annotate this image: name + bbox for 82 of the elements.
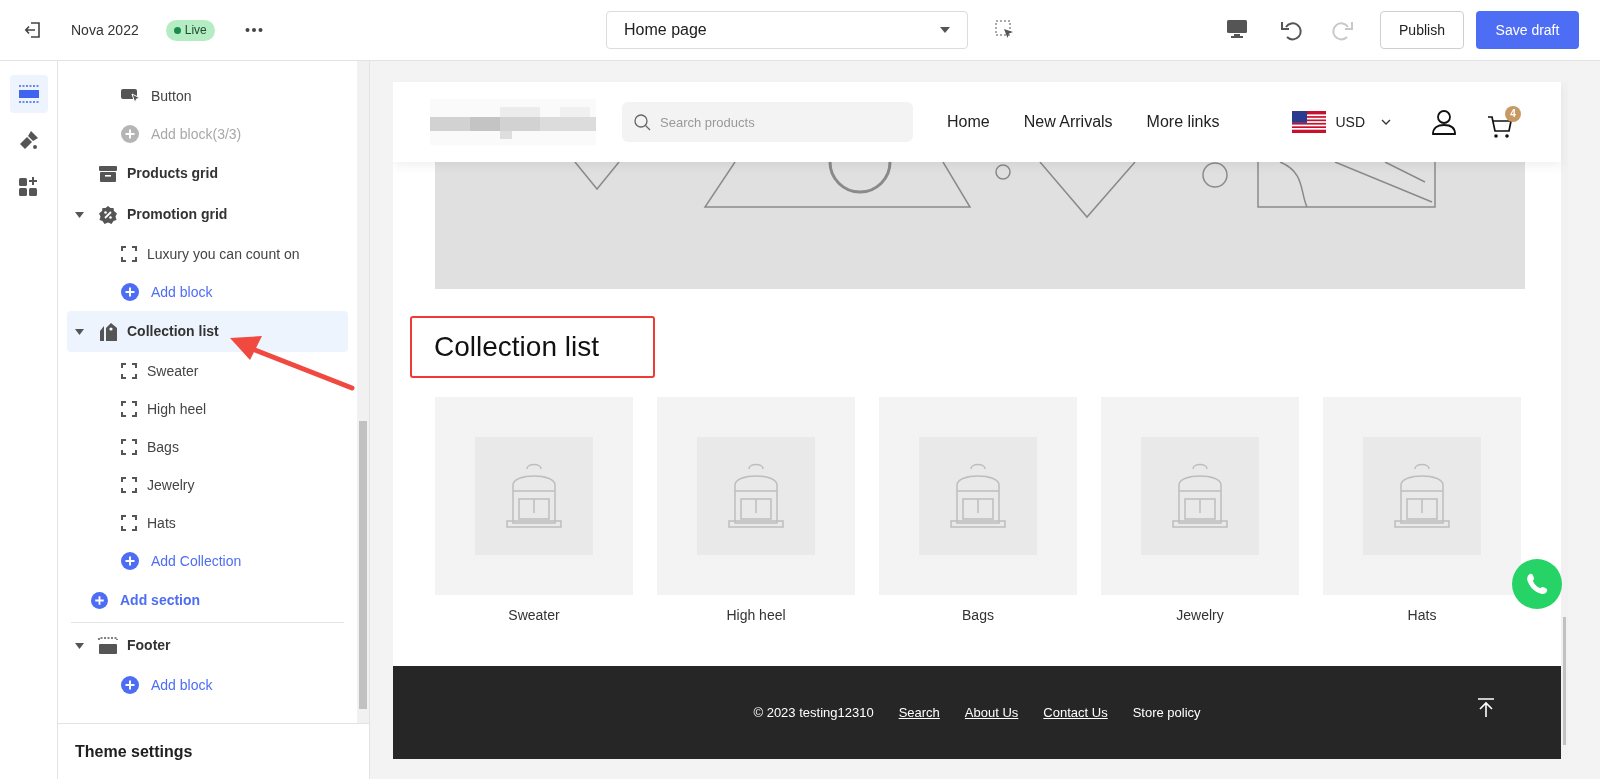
section-heading: Collection list — [434, 330, 599, 364]
add-icon — [121, 552, 139, 570]
apps-icon — [17, 175, 40, 197]
publish-button[interactable]: Publish — [1380, 11, 1464, 49]
nav-link[interactable]: Home — [947, 110, 990, 134]
collection-title[interactable]: Sweater — [508, 605, 560, 626]
back-to-top-button[interactable] — [1477, 698, 1496, 718]
section-row[interactable]: Promotion grid — [67, 194, 348, 235]
selection-cursor-icon — [995, 20, 1015, 40]
backpack-icon — [947, 461, 1009, 531]
theme-settings-link[interactable]: Theme settings — [75, 739, 193, 764]
block-icon — [121, 477, 137, 493]
save-draft-button[interactable]: Save draft — [1476, 11, 1579, 49]
add-block-link[interactable]: Add Collection — [151, 550, 242, 572]
account-button[interactable] — [1431, 109, 1458, 135]
block-item[interactable]: Bags — [147, 436, 179, 458]
search-field[interactable]: Search products — [622, 102, 913, 142]
user-icon — [1431, 109, 1458, 135]
status-badge: Live — [165, 19, 215, 41]
add-icon — [121, 283, 139, 301]
archive-icon — [98, 163, 118, 184]
currency-select[interactable]: USD — [1291, 111, 1392, 133]
sidebar-tab[interactable] — [9, 75, 48, 113]
caret-icon — [940, 27, 950, 33]
undo-button[interactable] — [1281, 19, 1303, 41]
section-row[interactable]: Products grid — [67, 153, 348, 194]
nav-link[interactable]: New Arrivals — [1023, 110, 1113, 134]
add-block-link[interactable]: Add block — [151, 674, 213, 696]
add-icon — [91, 591, 108, 609]
chevron-down-icon — [1381, 119, 1392, 125]
exit-icon — [24, 21, 42, 39]
collection-title[interactable]: Bags — [962, 605, 994, 626]
block-item[interactable]: Hats — [147, 512, 176, 534]
block-item[interactable]: Sweater — [147, 360, 199, 382]
arrow-up-icon — [1477, 698, 1496, 718]
nav-link[interactable]: More links — [1146, 110, 1220, 134]
collection-title[interactable]: High heel — [726, 605, 786, 626]
block-icon — [121, 515, 137, 531]
block-item[interactable]: Luxury you can count on — [147, 243, 300, 265]
backpack-icon — [725, 461, 787, 531]
block-item[interactable]: High heel — [147, 398, 207, 420]
undo-icon — [1281, 19, 1303, 41]
cursor-icon — [121, 88, 141, 104]
add-icon — [121, 125, 139, 143]
section-row[interactable]: Collection list — [67, 311, 348, 352]
page-select[interactable]: Home page — [606, 11, 968, 49]
block-item[interactable]: Button — [151, 85, 192, 107]
more-button[interactable] — [244, 27, 263, 33]
theme-name: Nova 2022 — [71, 20, 139, 40]
footer-link[interactable]: Store policy — [1132, 702, 1201, 723]
add-block-link[interactable]: Add block — [151, 281, 213, 303]
add-icon — [121, 676, 139, 694]
collection-title[interactable]: Hats — [1407, 605, 1437, 626]
phone-icon — [1524, 571, 1550, 597]
block-icon — [121, 439, 137, 455]
tag-icon — [98, 321, 118, 342]
copyright-text: © 2023 testing12310 — [753, 703, 874, 722]
block-icon — [121, 401, 137, 417]
sections-icon — [17, 83, 40, 105]
footer-link[interactable]: Search — [898, 702, 940, 723]
block-icon — [121, 363, 137, 379]
desktop-view-button[interactable] — [1226, 19, 1248, 39]
collection-title[interactable]: Jewelry — [1176, 605, 1224, 626]
percent-badge-icon — [98, 204, 118, 225]
us-flag-icon — [1291, 111, 1326, 133]
more-icon — [244, 27, 263, 33]
footer-link[interactable]: Contact Us — [1043, 702, 1108, 723]
section-row[interactable]: Footer — [67, 625, 348, 666]
search-icon — [634, 114, 651, 131]
block-icon — [121, 246, 137, 262]
block-item[interactable]: Jewelry — [147, 474, 195, 496]
scrollbar[interactable] — [357, 61, 369, 723]
desktop-icon — [1226, 19, 1248, 39]
footer-icon — [98, 635, 118, 656]
backpack-icon — [1169, 461, 1231, 531]
backpack-icon — [503, 461, 565, 531]
select-tool-button[interactable] — [995, 20, 1015, 40]
backpack-icon — [1391, 461, 1453, 531]
cart-count-badge: 4 — [1505, 105, 1522, 122]
footer-link[interactable]: About Us — [964, 702, 1019, 723]
add-section-link[interactable]: Add section — [120, 589, 201, 611]
redo-icon — [1331, 19, 1353, 41]
